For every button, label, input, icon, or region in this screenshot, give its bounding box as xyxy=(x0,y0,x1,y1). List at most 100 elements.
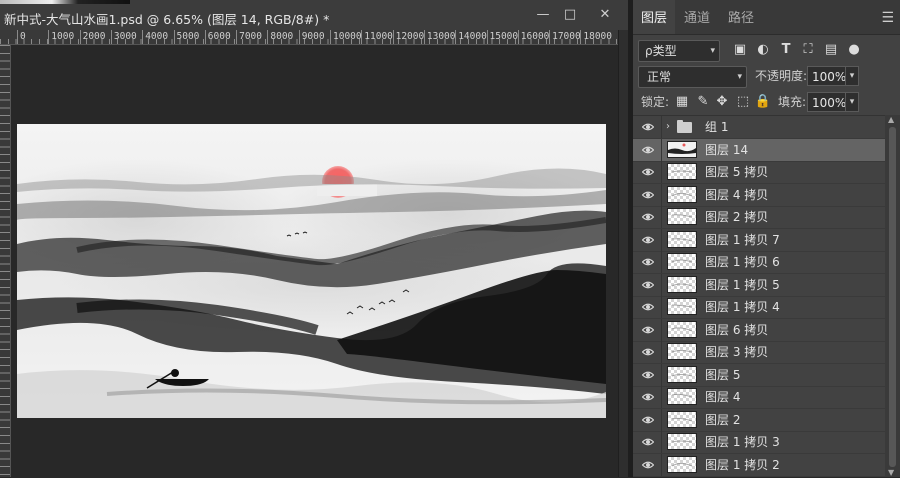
opacity-input[interactable]: 100% xyxy=(807,66,849,86)
layer-row[interactable]: 图层 5 拷贝 xyxy=(633,161,885,184)
layer-row[interactable]: 图层 1 拷贝 5 xyxy=(633,273,885,297)
visibility-eye-icon[interactable] xyxy=(641,189,655,201)
visibility-eye-icon[interactable] xyxy=(641,346,655,358)
layer-row[interactable]: 图层 1 拷贝 2 xyxy=(633,453,885,477)
layer-thumbnail[interactable] xyxy=(667,163,697,180)
ruler-label: 15000 xyxy=(489,31,519,42)
layer-group-row[interactable]: › 组 1 xyxy=(633,116,885,139)
ruler-label: 4000 xyxy=(145,31,169,42)
layer-name: 组 1 xyxy=(705,120,729,134)
layer-thumbnail[interactable] xyxy=(667,343,697,360)
ruler-label: 1000 xyxy=(51,31,75,42)
panel-menu-icon[interactable]: ☰ xyxy=(881,10,894,26)
visibility-eye-icon[interactable] xyxy=(641,369,655,381)
close-button[interactable]: ✕ xyxy=(592,4,618,26)
layer-row[interactable]: 图层 1 拷贝 4 xyxy=(633,296,885,319)
tab-layers[interactable]: 图层 xyxy=(633,0,675,34)
filter-toggle-icon[interactable]: ● xyxy=(845,41,863,59)
lock-artboard-icon[interactable]: ⬚ xyxy=(734,93,752,111)
layer-thumbnail[interactable] xyxy=(667,185,697,203)
layer-thumbnail[interactable] xyxy=(667,410,697,428)
visibility-eye-icon[interactable] xyxy=(641,279,655,291)
scroll-thumb[interactable] xyxy=(889,127,896,467)
layer-thumbnail[interactable] xyxy=(667,388,697,405)
layer-row[interactable]: 图层 14 xyxy=(633,138,885,162)
layer-row[interactable]: 图层 1 拷贝 3 xyxy=(633,431,885,454)
layer-row[interactable]: 图层 3 拷贝 xyxy=(633,341,885,364)
layer-thumbnail[interactable] xyxy=(667,208,697,225)
horizontal-ruler[interactable]: 0 1000 2000 3000 4000 5000 6000 7000 8000 9000 100… xyxy=(0,30,618,45)
lock-all-icon[interactable]: 🔒 xyxy=(754,93,772,111)
layer-name: 图层 1 拷贝 7 xyxy=(705,232,780,247)
visibility-eye-icon[interactable] xyxy=(641,324,655,336)
layer-row[interactable]: 图层 1 拷贝 7 xyxy=(633,228,885,252)
ruler-major-tick xyxy=(580,30,582,44)
visibility-eye-icon[interactable] xyxy=(641,391,655,403)
layer-thumbnail[interactable] xyxy=(667,433,697,450)
visibility-eye-icon[interactable] xyxy=(641,459,655,471)
scroll-down-icon[interactable]: ▼ xyxy=(888,468,894,477)
visibility-eye-icon[interactable] xyxy=(641,211,655,223)
fill-label: 填充: xyxy=(778,95,807,109)
layers-list[interactable]: › 组 1 图层 14 图层 5 拷贝图层 4 拷贝 图层 2 拷贝图层 1 拷贝 7 图… xyxy=(633,115,885,478)
fill-input[interactable]: 100% xyxy=(807,92,849,112)
visibility-eye-icon[interactable] xyxy=(641,234,655,246)
restore-button[interactable]: □ xyxy=(557,4,583,26)
ruler-label: 8000 xyxy=(270,31,294,42)
ruler-major-tick xyxy=(455,30,457,44)
layer-thumbnail[interactable] xyxy=(667,275,697,293)
lock-transparent-icon[interactable]: ▦ xyxy=(673,93,691,111)
lock-image-icon[interactable]: ✎ xyxy=(694,93,712,111)
layers-panel: 图层 通道 路径 ☰ ρ类型 ▾ ▣ ◐ T ⛶ ▤ ● 正常 ▾ 不透明度: … xyxy=(633,0,900,477)
layer-row[interactable]: 图层 2 xyxy=(633,408,885,432)
smart-object-filter-icon[interactable]: ▤ xyxy=(822,41,840,59)
layer-row[interactable]: 图层 4 拷贝 xyxy=(633,183,885,207)
layers-scrollbar[interactable]: ▲ ▼ xyxy=(885,115,900,477)
layer-thumbnail[interactable] xyxy=(667,298,697,315)
vertical-ruler[interactable] xyxy=(0,45,11,477)
visibility-eye-icon[interactable] xyxy=(641,166,655,178)
layer-row[interactable]: 图层 5 xyxy=(633,363,885,387)
lock-position-icon[interactable]: ✥ xyxy=(713,93,731,111)
layer-thumbnail[interactable] xyxy=(667,230,697,248)
filter-kind-select[interactable]: ρ类型 ▾ xyxy=(638,40,720,62)
ruler-major-tick xyxy=(236,30,238,44)
visibility-eye-icon[interactable] xyxy=(641,256,655,268)
adjustment-filter-icon[interactable]: ◐ xyxy=(754,41,772,59)
layer-thumbnail[interactable] xyxy=(667,455,697,473)
tab-paths[interactable]: 路径 xyxy=(721,0,761,34)
opacity-dropdown-icon[interactable]: ▾ xyxy=(845,66,859,86)
layer-row[interactable]: 图层 1 拷贝 6 xyxy=(633,251,885,274)
image-filter-icon[interactable]: ▣ xyxy=(731,41,749,59)
layer-row[interactable]: 图层 6 拷贝 xyxy=(633,318,885,342)
row-separator xyxy=(661,251,662,273)
shape-filter-icon[interactable]: ⛶ xyxy=(799,41,817,59)
scroll-up-icon[interactable]: ▲ xyxy=(888,115,894,124)
layer-thumbnail[interactable] xyxy=(667,140,697,158)
fill-dropdown-icon[interactable]: ▾ xyxy=(845,92,859,112)
type-filter-icon[interactable]: T xyxy=(777,41,795,59)
blend-mode-select[interactable]: 正常 ▾ xyxy=(638,66,747,88)
ruler-major-tick xyxy=(110,30,112,44)
minimize-button[interactable]: — xyxy=(530,4,556,26)
ruler-major-tick xyxy=(486,30,488,44)
layer-thumbnail[interactable] xyxy=(667,365,697,383)
layer-row[interactable]: 图层 4 xyxy=(633,386,885,409)
visibility-eye-icon[interactable] xyxy=(641,144,655,156)
chevron-right-icon[interactable]: › xyxy=(666,116,670,138)
visibility-eye-icon[interactable] xyxy=(641,121,655,133)
visibility-eye-icon[interactable] xyxy=(641,301,655,313)
layer-thumbnail[interactable] xyxy=(667,253,697,270)
ruler-major-tick xyxy=(204,30,206,44)
row-separator xyxy=(661,228,662,251)
ruler-label: 16000 xyxy=(520,31,550,42)
tab-channels[interactable]: 通道 xyxy=(677,0,717,34)
lock-label: 锁定: xyxy=(641,95,670,109)
visibility-eye-icon[interactable] xyxy=(641,414,655,426)
layer-thumbnail[interactable] xyxy=(667,320,697,338)
artwork-canvas[interactable] xyxy=(17,124,606,418)
visibility-eye-icon[interactable] xyxy=(641,436,655,448)
document-tab[interactable]: 新中式-大气山水画1.psd @ 6.65% (图层 14, RGB/8#) *… xyxy=(0,0,628,31)
layer-name: 图层 5 拷贝 xyxy=(705,165,769,179)
layer-row[interactable]: 图层 2 拷贝 xyxy=(633,206,885,229)
